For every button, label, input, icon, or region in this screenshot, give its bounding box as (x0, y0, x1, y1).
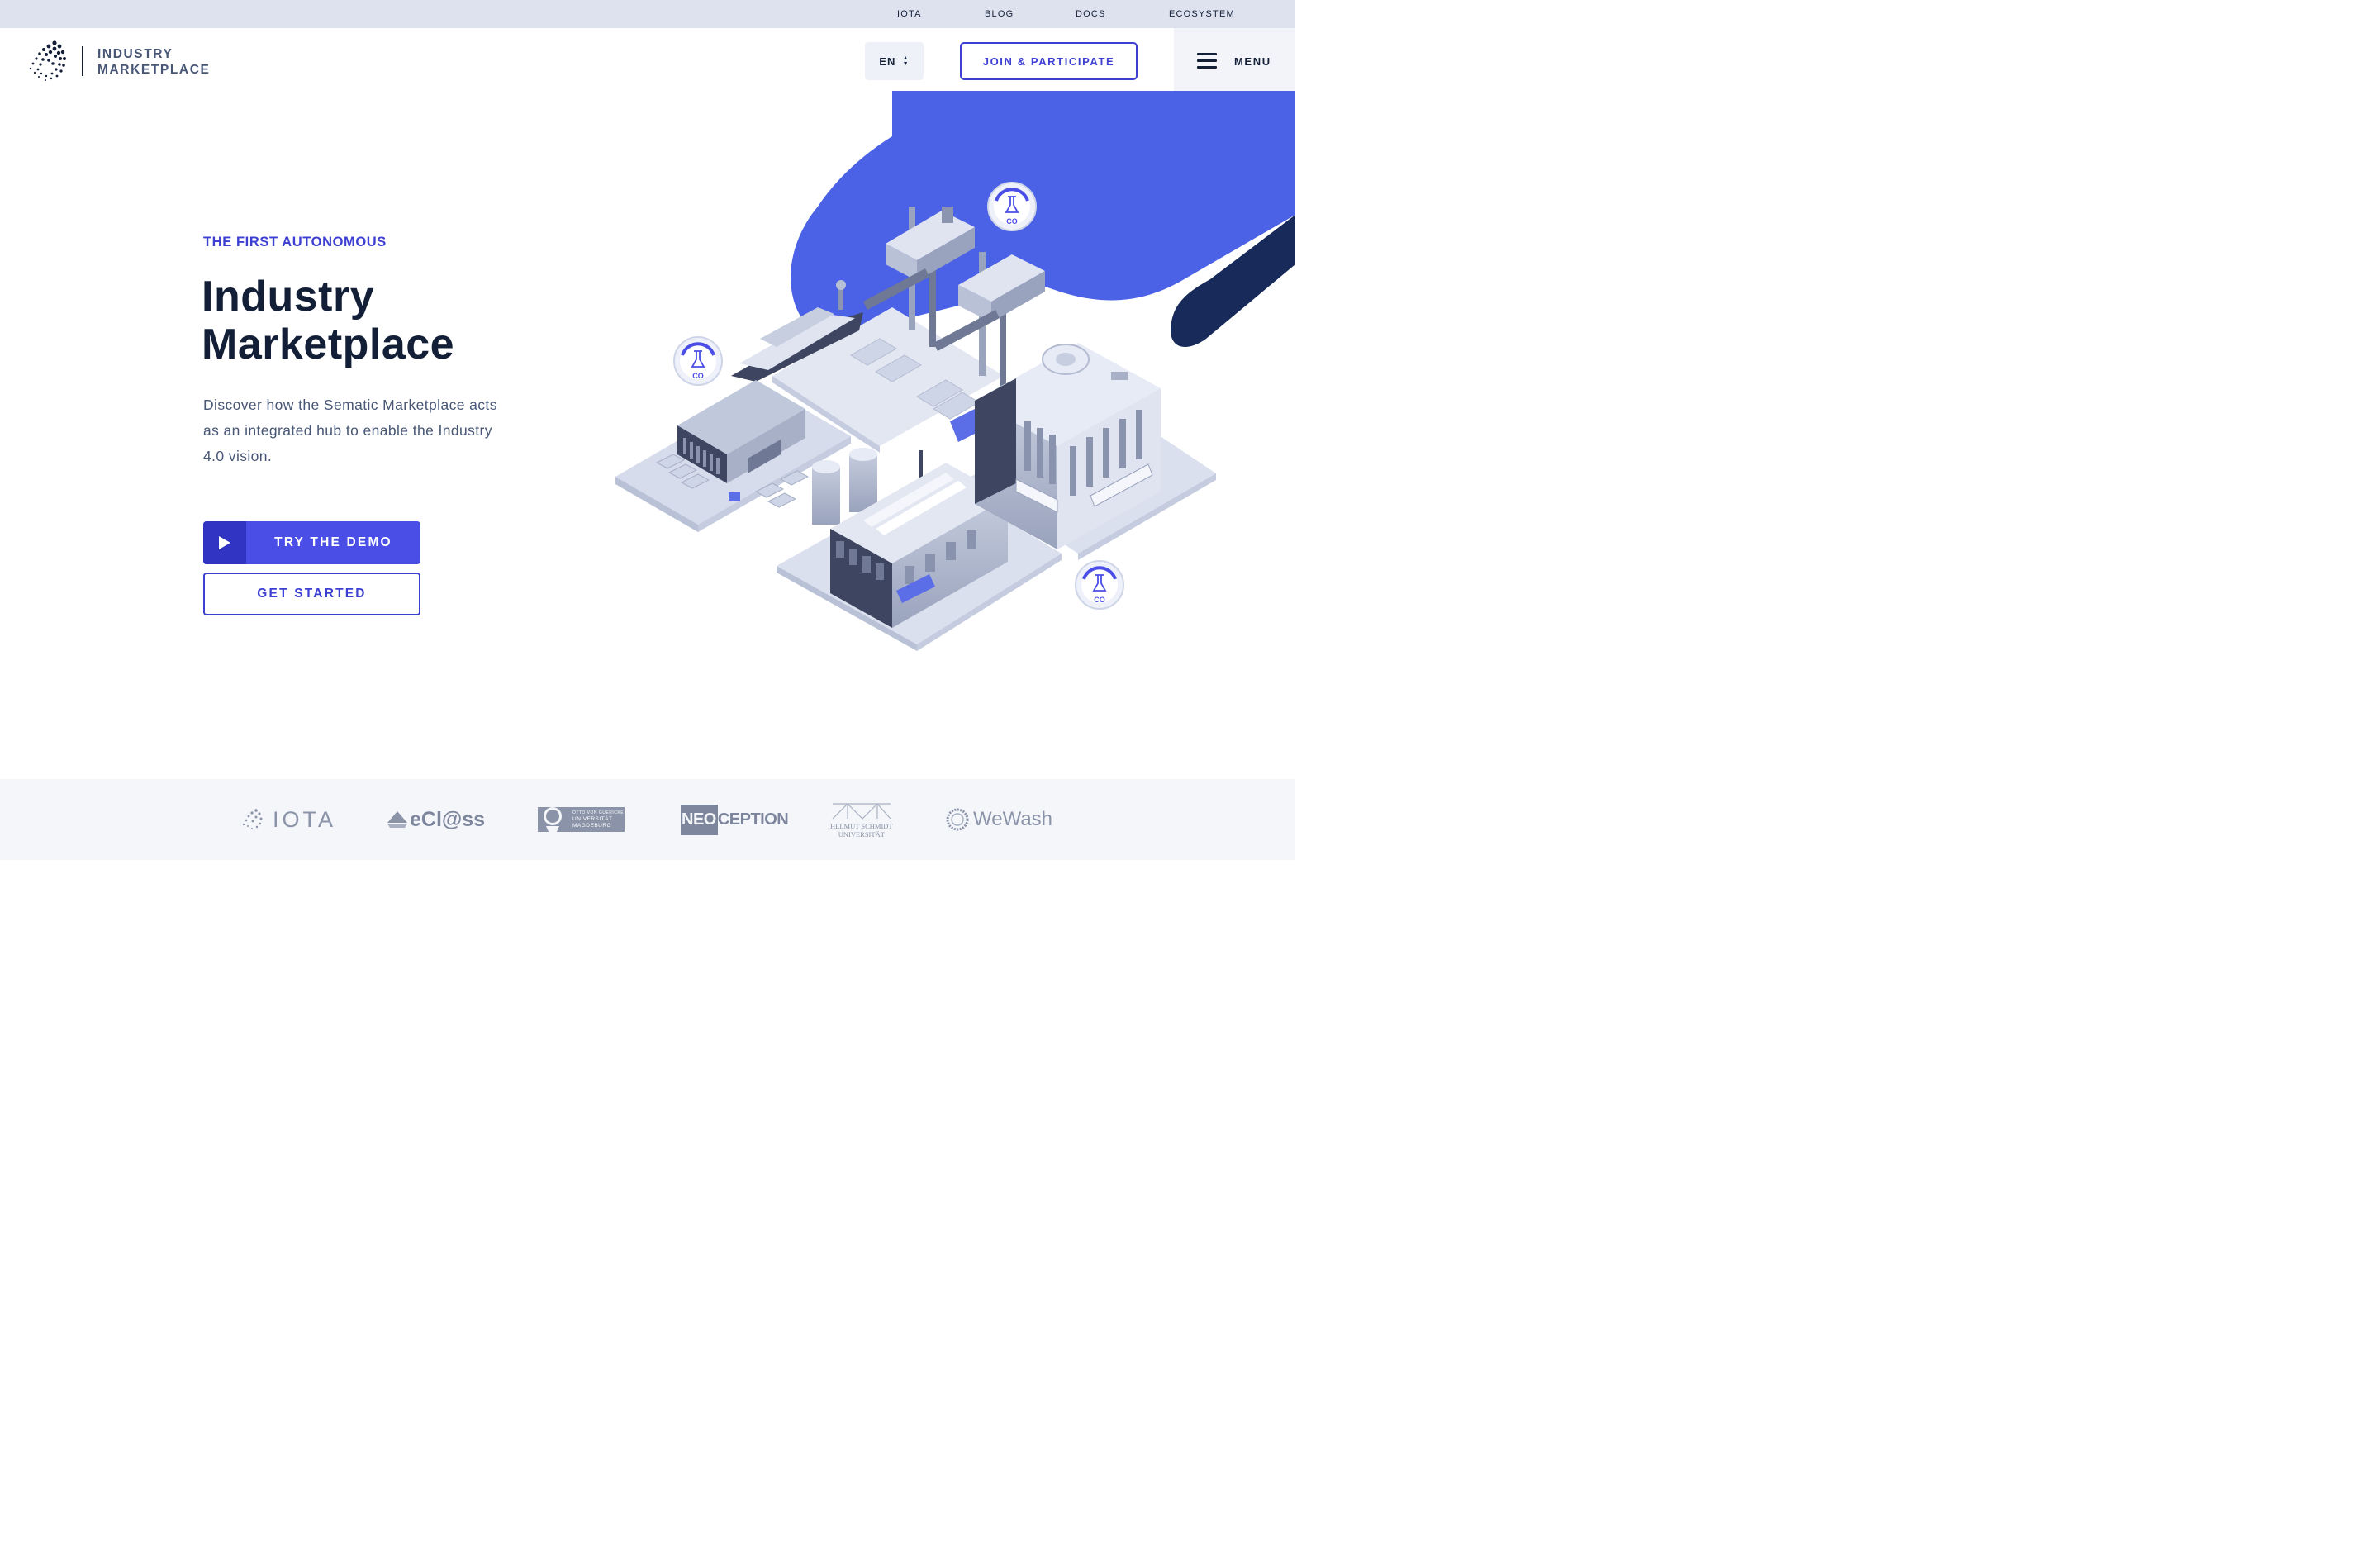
iota-partner-text: IOTA (273, 806, 337, 832)
ovgu-line-3: MAGDEBURG (572, 823, 612, 829)
hsu-line-2: UNIVERSITÄT (838, 830, 885, 839)
co-sensor-badge-right: CO (1075, 560, 1124, 610)
topnav-link-iota[interactable]: IOTA (897, 9, 922, 19)
partner-neoception[interactable]: NEO CEPTION (681, 779, 789, 860)
join-participate-label: JOIN & PARTICIPATE (982, 55, 1115, 68)
co-label-right: CO (1094, 596, 1105, 604)
hsu-bridge-icon (832, 803, 891, 820)
industry-city-illustration: CO CO CO (615, 91, 1295, 651)
partner-eclass[interactable]: eCl@ss (387, 779, 485, 860)
ovgu-line-2: UNIVERSITÄT (572, 816, 613, 822)
get-started-label: GET STARTED (257, 587, 367, 601)
topnav-link-ecosystem[interactable]: ECOSYSTEM (1169, 9, 1235, 19)
site-header: INDUSTRY MARKETPLACE EN ▲ ▼ JOIN & PARTIC… (0, 28, 1295, 94)
ovgu-portrait-icon (544, 807, 562, 834)
top-utility-bar: IOTA BLOG DOCS ECOSYSTEM (0, 0, 1295, 28)
partner-logos-strip: IOTA eCl@ss OTTO VON GUERICKE UNIVERSITÄ… (0, 779, 1295, 860)
try-demo-label: TRY THE DEMO (274, 535, 392, 549)
logo-divider (82, 46, 83, 76)
join-participate-button[interactable]: JOIN & PARTICIPATE (960, 42, 1138, 80)
get-started-button[interactable]: GET STARTED (203, 573, 420, 615)
language-selector[interactable]: EN ▲ ▼ (865, 42, 924, 80)
brand-line-1: INDUSTRY (97, 47, 173, 61)
partner-ovgu[interactable]: OTTO VON GUERICKE UNIVERSITÄT MAGDEBURG (538, 779, 625, 860)
menu-button[interactable]: MENU (1174, 28, 1295, 94)
neoception-part-a: NEO (681, 804, 718, 835)
hero-description: Discover how the Sematic Marketplace act… (203, 397, 497, 464)
sort-arrows-icon: ▲ ▼ (902, 55, 910, 67)
try-demo-button[interactable]: TRY THE DEMO (203, 521, 420, 564)
iota-logo-icon[interactable] (26, 40, 68, 81)
hero-title-line-2: Marketplace (202, 321, 455, 368)
hamburger-icon (1197, 53, 1217, 69)
hero-title-line-1: Industry (202, 273, 375, 321)
eclass-pyramid-icon (387, 811, 407, 828)
topnav-link-blog[interactable]: BLOG (985, 9, 1014, 19)
brand-line-2: MARKETPLACE (97, 63, 211, 77)
neoception-part-b: CEPTION (717, 810, 789, 829)
hero-title: Industry Marketplace (202, 273, 549, 368)
partner-iota[interactable]: IOTA (240, 779, 336, 860)
play-icon (203, 521, 246, 564)
co-sensor-badge-top: CO (987, 182, 1037, 231)
brand-name[interactable]: INDUSTRY MARKETPLACE (97, 46, 210, 78)
co-sensor-badge-left: CO (673, 336, 723, 386)
eclass-partner-text: eCl@ss (410, 807, 486, 831)
partner-hsu[interactable]: HELMUT SCHMIDT UNIVERSITÄT (830, 779, 893, 860)
language-value: EN (879, 55, 896, 68)
ovgu-line-1: OTTO VON GUERICKE (572, 810, 625, 815)
co-label-top: CO (1006, 217, 1018, 226)
partner-wewash[interactable]: WeWash (945, 779, 1052, 860)
topnav-link-docs[interactable]: DOCS (1076, 9, 1106, 19)
wewash-partner-text: WeWash (973, 808, 1053, 830)
menu-label: MENU (1234, 55, 1271, 68)
co-label-left: CO (692, 372, 704, 380)
hero-eyebrow: THE FIRST AUTONOMOUS (203, 235, 387, 249)
wewash-ring-icon (946, 808, 969, 831)
iota-partner-icon (242, 809, 263, 829)
hsu-line-1: HELMUT SCHMIDT (830, 822, 893, 830)
